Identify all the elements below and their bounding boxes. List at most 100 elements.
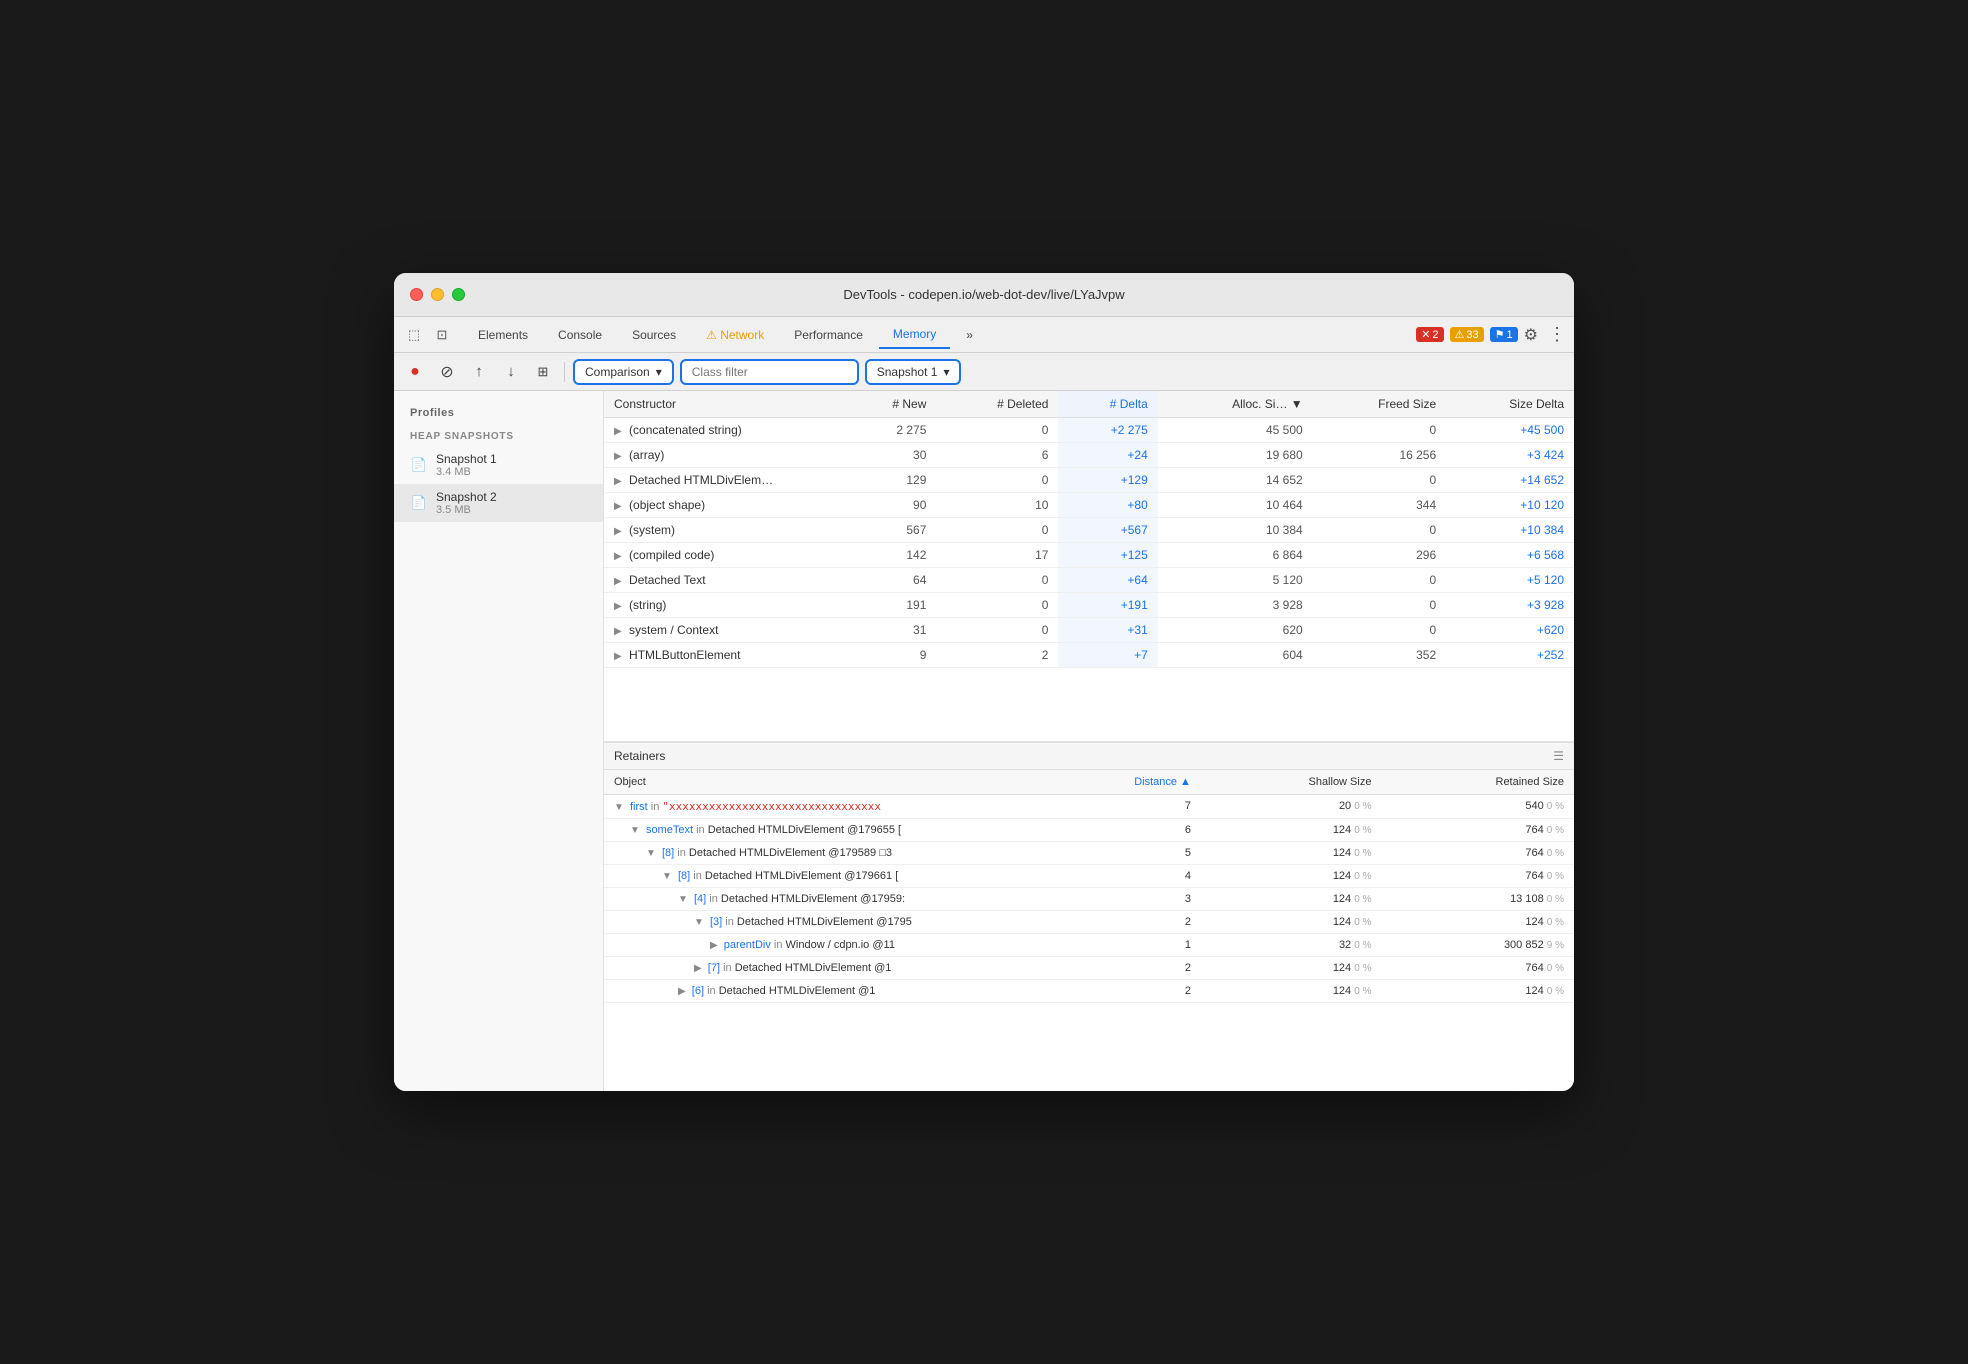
tab-sources[interactable]: Sources xyxy=(618,322,690,348)
ret-row[interactable]: ▶ parentDiv in Window / cdpn.io @11 1 32… xyxy=(604,933,1574,956)
expand-icon[interactable]: ▶ xyxy=(614,451,622,462)
ret-key: [8] xyxy=(662,847,674,859)
tab-performance[interactable]: Performance xyxy=(780,322,877,348)
download-button[interactable]: ↓ xyxy=(498,359,524,385)
ret-ref: Detached HTMLDivElement @17959: xyxy=(721,893,905,905)
expand-icon[interactable]: ▶ xyxy=(614,576,622,587)
cell-delta: +24 xyxy=(1058,443,1157,468)
col-size-delta[interactable]: Size Delta xyxy=(1446,391,1574,418)
snapshot-1-item[interactable]: 📄 Snapshot 1 3.4 MB xyxy=(394,446,603,484)
snapshot-2-item[interactable]: 📄 Snapshot 2 3.5 MB xyxy=(394,484,603,522)
cell-alloc: 3 928 xyxy=(1158,593,1313,618)
col-new[interactable]: # New xyxy=(844,391,936,418)
ret-expand-icon[interactable]: ▼ xyxy=(646,848,656,859)
warning-badge[interactable]: ⚠ 33 xyxy=(1450,327,1484,342)
ret-col-distance[interactable]: Distance ▲ xyxy=(1034,770,1201,795)
settings-icon[interactable]: ⚙ xyxy=(1524,325,1538,345)
ret-expand-icon[interactable]: ▼ xyxy=(630,825,640,836)
ret-cell-shallow: 124 0 % xyxy=(1201,979,1382,1002)
ret-row[interactable]: ▼ first in "xxxxxxxxxxxxxxxxxxxxxxxxxxxx… xyxy=(604,794,1574,818)
cell-freed: 0 xyxy=(1313,468,1446,493)
ret-expand-icon[interactable]: ▼ xyxy=(694,917,704,928)
expand-icon[interactable]: ▶ xyxy=(614,426,622,437)
expand-icon[interactable]: ▶ xyxy=(614,501,622,512)
table-row[interactable]: ▶ Detached Text 64 0 +64 5 120 0 +5 120 xyxy=(604,568,1574,593)
col-alloc[interactable]: Alloc. Si… ▼ xyxy=(1158,391,1313,418)
tab-more[interactable]: » xyxy=(952,322,987,348)
ret-col-shallow[interactable]: Shallow Size xyxy=(1201,770,1382,795)
col-freed[interactable]: Freed Size xyxy=(1313,391,1446,418)
tab-elements[interactable]: Elements xyxy=(464,322,542,348)
comparison-dropdown[interactable]: Comparison ▾ xyxy=(573,359,674,385)
class-filter-input[interactable] xyxy=(680,359,859,385)
table-row[interactable]: ▶ (system) 567 0 +567 10 384 0 +10 384 xyxy=(604,518,1574,543)
flag-badge[interactable]: ⚑ 1 xyxy=(1490,327,1518,342)
ret-cell-retained: 540 0 % xyxy=(1381,794,1574,818)
table-row[interactable]: ▶ (compiled code) 142 17 +125 6 864 296 … xyxy=(604,543,1574,568)
cell-deleted: 0 xyxy=(936,418,1058,443)
snapshot-icon: 📄 xyxy=(410,456,428,474)
record-button[interactable]: ● xyxy=(402,359,428,385)
inspect-icon[interactable]: ⊡ xyxy=(430,323,454,347)
minimize-button[interactable] xyxy=(431,288,444,301)
retainers-menu-icon[interactable]: ☰ xyxy=(1553,749,1564,763)
col-constructor[interactable]: Constructor xyxy=(604,391,844,418)
expand-icon[interactable]: ▶ xyxy=(614,551,622,562)
expand-icon[interactable]: ▶ xyxy=(614,626,622,637)
error-badge[interactable]: ✕ 2 xyxy=(1416,327,1443,342)
cell-freed: 0 xyxy=(1313,618,1446,643)
ret-cell-object: ▼ [4] in Detached HTMLDivElement @17959: xyxy=(604,887,1034,910)
clear-button[interactable]: ⊘ xyxy=(434,359,460,385)
cell-size-delta: +5 120 xyxy=(1446,568,1574,593)
ret-row[interactable]: ▼ [8] in Detached HTMLDivElement @179661… xyxy=(604,864,1574,887)
cell-size-delta: +45 500 xyxy=(1446,418,1574,443)
cursor-icon[interactable]: ⬚ xyxy=(402,323,426,347)
cell-new: 31 xyxy=(844,618,936,643)
ret-expand-icon[interactable]: ▼ xyxy=(662,871,672,882)
ret-col-object[interactable]: Object xyxy=(604,770,1034,795)
ret-expand-icon[interactable]: ▼ xyxy=(614,802,624,813)
table-row[interactable]: ▶ HTMLButtonElement 9 2 +7 604 352 +252 xyxy=(604,643,1574,668)
table-row[interactable]: ▶ (object shape) 90 10 +80 10 464 344 +1… xyxy=(604,493,1574,518)
ret-row[interactable]: ▶ [6] in Detached HTMLDivElement @1 2 12… xyxy=(604,979,1574,1002)
ret-row[interactable]: ▼ [4] in Detached HTMLDivElement @17959:… xyxy=(604,887,1574,910)
heap-button[interactable]: ⊞ xyxy=(530,359,556,385)
table-row[interactable]: ▶ Detached HTMLDivElem… 129 0 +129 14 65… xyxy=(604,468,1574,493)
expand-icon[interactable]: ▶ xyxy=(614,476,622,487)
table-row[interactable]: ▶ (concatenated string) 2 275 0 +2 275 4… xyxy=(604,418,1574,443)
snapshot-dropdown[interactable]: Snapshot 1 ▾ xyxy=(865,359,962,385)
col-deleted[interactable]: # Deleted xyxy=(936,391,1058,418)
tab-network[interactable]: ⚠ Network xyxy=(692,322,778,348)
expand-icon[interactable]: ▶ xyxy=(614,651,622,662)
ret-sep: in xyxy=(693,870,705,882)
cell-deleted: 0 xyxy=(936,593,1058,618)
ret-col-retained[interactable]: Retained Size xyxy=(1381,770,1574,795)
ret-cell-retained: 764 0 % xyxy=(1381,956,1574,979)
ret-cell-retained: 764 0 % xyxy=(1381,818,1574,841)
ret-ref: Window / cdpn.io @11 xyxy=(786,939,895,951)
ret-cell-retained: 124 0 % xyxy=(1381,979,1574,1002)
table-row[interactable]: ▶ system / Context 31 0 +31 620 0 +620 xyxy=(604,618,1574,643)
ret-expand-icon[interactable]: ▼ xyxy=(678,894,688,905)
close-button[interactable] xyxy=(410,288,423,301)
expand-icon[interactable]: ▶ xyxy=(614,601,622,612)
cell-deleted: 2 xyxy=(936,643,1058,668)
maximize-button[interactable] xyxy=(452,288,465,301)
ret-expand-icon[interactable]: ▶ xyxy=(694,963,702,974)
expand-icon[interactable]: ▶ xyxy=(614,526,622,537)
ret-cell-object: ▼ first in "xxxxxxxxxxxxxxxxxxxxxxxxxxxx… xyxy=(604,794,1034,818)
more-icon[interactable]: ⋮ xyxy=(1548,324,1566,345)
ret-row[interactable]: ▼ [8] in Detached HTMLDivElement @179589… xyxy=(604,841,1574,864)
table-row[interactable]: ▶ (string) 191 0 +191 3 928 0 +3 928 xyxy=(604,593,1574,618)
ret-row[interactable]: ▶ [7] in Detached HTMLDivElement @1 2 12… xyxy=(604,956,1574,979)
tab-memory[interactable]: Memory xyxy=(879,321,950,349)
ret-row[interactable]: ▼ someText in Detached HTMLDivElement @1… xyxy=(604,818,1574,841)
ret-expand-icon[interactable]: ▶ xyxy=(710,940,718,951)
ret-row[interactable]: ▼ [3] in Detached HTMLDivElement @1795 2… xyxy=(604,910,1574,933)
ret-expand-icon[interactable]: ▶ xyxy=(678,986,686,997)
col-delta[interactable]: # Delta xyxy=(1058,391,1157,418)
table-row[interactable]: ▶ (array) 30 6 +24 19 680 16 256 +3 424 xyxy=(604,443,1574,468)
upload-button[interactable]: ↑ xyxy=(466,359,492,385)
ret-key: someText xyxy=(646,824,693,836)
tab-console[interactable]: Console xyxy=(544,322,616,348)
